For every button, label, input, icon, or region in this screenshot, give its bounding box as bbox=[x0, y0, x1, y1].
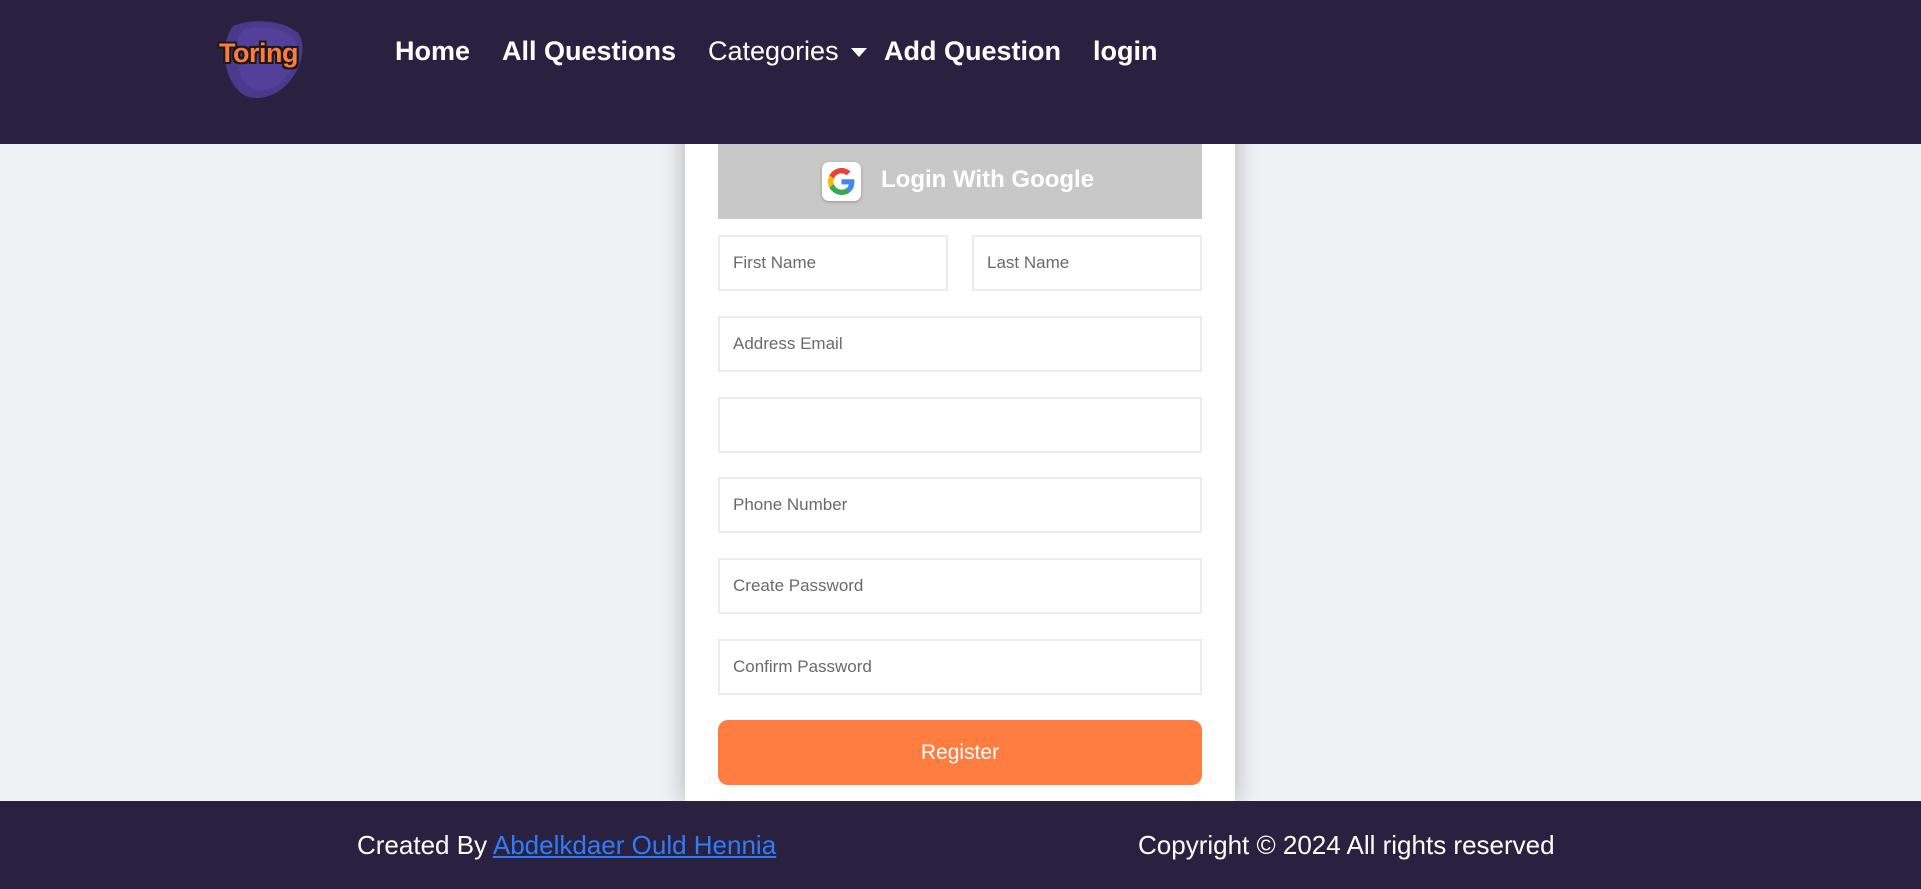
nav-categories-dropdown[interactable]: Categories bbox=[708, 36, 839, 67]
footer: Created By Abdelkdaer Ould Hennia Copyri… bbox=[0, 801, 1921, 889]
unlabeled-input[interactable] bbox=[718, 397, 1202, 453]
create-password-input[interactable] bbox=[718, 558, 1202, 614]
register-card: Login With Google Register bbox=[685, 120, 1235, 801]
register-button[interactable]: Register bbox=[718, 720, 1202, 785]
google-icon bbox=[822, 162, 861, 201]
google-button-label: Login With Google bbox=[881, 166, 1095, 193]
caret-down-icon[interactable] bbox=[851, 48, 867, 57]
copyright-text: Copyright © 2024 All rights reserved bbox=[1138, 830, 1555, 860]
confirm-password-input[interactable] bbox=[718, 639, 1202, 695]
login-with-google-button[interactable]: Login With Google bbox=[718, 144, 1202, 219]
brand-logo[interactable]: Toring bbox=[213, 18, 308, 100]
navbar: Toring Home All Questions Categories Add… bbox=[0, 0, 1921, 144]
created-by-label: Created By bbox=[357, 830, 488, 860]
author-link[interactable]: Abdelkdaer Ould Hennia bbox=[493, 830, 776, 860]
email-input[interactable] bbox=[718, 316, 1202, 372]
phone-number-input[interactable] bbox=[718, 477, 1202, 533]
logo-text: Toring bbox=[219, 38, 298, 68]
footer-credit: Created By Abdelkdaer Ould Hennia bbox=[357, 830, 776, 861]
nav-home[interactable]: Home bbox=[395, 36, 470, 67]
last-name-input[interactable] bbox=[972, 235, 1202, 291]
nav-add-question[interactable]: Add Question bbox=[884, 36, 1061, 67]
nav-login[interactable]: login bbox=[1093, 36, 1157, 67]
nav-all-questions[interactable]: All Questions bbox=[502, 36, 676, 67]
first-name-input[interactable] bbox=[718, 235, 948, 291]
